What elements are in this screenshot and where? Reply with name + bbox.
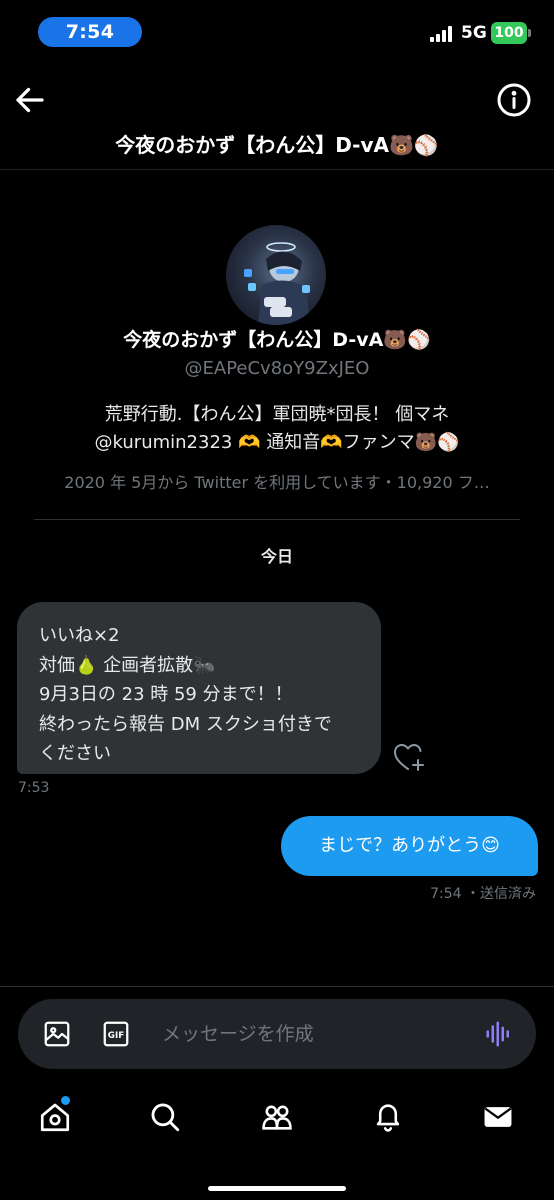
gif-icon: GIF (103, 1021, 129, 1047)
network-type: 5G (461, 23, 487, 43)
tab-communities[interactable] (260, 1100, 294, 1134)
image-icon (44, 1021, 70, 1047)
add-gif-button[interactable]: GIF (101, 1019, 131, 1049)
avatar-image (244, 242, 310, 325)
status-time: 7:54 (38, 17, 142, 47)
react-button[interactable] (393, 742, 427, 774)
message-composer: GIF (18, 999, 536, 1069)
message-timestamp: 7:53 (18, 780, 50, 796)
divider (34, 519, 520, 520)
day-separator: 今日 (260, 547, 293, 566)
message-line: 9月3日の 23 時 59 分まで！！ (39, 684, 293, 705)
arrow-left-icon (16, 87, 44, 113)
profile-handle[interactable]: @EAPeCv8oY9ZxJEO (0, 356, 554, 382)
profile-meta: 2020 年 5月から Twitter を利用しています・10,920 フ… (64, 473, 490, 492)
info-button[interactable] (496, 82, 532, 118)
messages-icon (484, 1107, 512, 1127)
tab-notifications[interactable] (371, 1100, 405, 1134)
signal-icon (430, 26, 456, 42)
avatar[interactable] (226, 225, 326, 325)
voice-waveform-icon (486, 1021, 509, 1047)
profile-name[interactable]: 今夜のおかず【わん公】D-vA🐻⚾ (0, 325, 554, 355)
message-line: 対価🍐 企画者拡散🐜 (39, 654, 216, 676)
communities-icon (262, 1105, 292, 1130)
composer-area: GIF (0, 986, 554, 1082)
notification-dot (61, 1096, 70, 1105)
conversation-title: 今夜のおかず【わん公】D-vA🐻⚾ (115, 133, 439, 157)
add-image-button[interactable] (42, 1019, 72, 1049)
received-message[interactable]: いいね×2 対価🍐 企画者拡散🐜 9月3日の 23 時 59 分まで！！ 終わっ… (17, 602, 381, 774)
message-line: 終わったら報告 DM スクショ付きで (39, 713, 332, 735)
gif-label: GIF (108, 1031, 124, 1041)
profile-bio: 荒野行動.【わん公】軍団暁*団長！ 個マネ @kurumin2323 🫶 通知音… (94, 404, 460, 453)
heart-plus-icon (394, 744, 424, 771)
home-indicator (208, 1186, 346, 1191)
message-line: いいね×2 (39, 625, 120, 646)
back-button[interactable] (12, 82, 48, 118)
search-icon (151, 1103, 180, 1132)
tab-messages[interactable] (481, 1100, 515, 1134)
tab-search[interactable] (148, 1100, 182, 1134)
message-input[interactable] (162, 1017, 462, 1051)
message-line: ください (39, 743, 111, 764)
tab-bar (0, 1082, 554, 1200)
conversation-header: 今夜のおかず【わん公】D-vA🐻⚾ (0, 64, 554, 170)
message-status: 7:54 ・送信済み (430, 886, 536, 902)
notifications-icon (376, 1104, 400, 1132)
battery-icon: 100 (491, 22, 531, 44)
home-icon (40, 1103, 70, 1132)
tab-home[interactable] (38, 1100, 72, 1134)
voice-message-button[interactable] (484, 1019, 514, 1049)
sent-message[interactable]: まじで？ありがとう😊 (281, 816, 538, 876)
status-bar: 7:54 5G 100 (0, 0, 554, 64)
info-icon (497, 83, 531, 117)
